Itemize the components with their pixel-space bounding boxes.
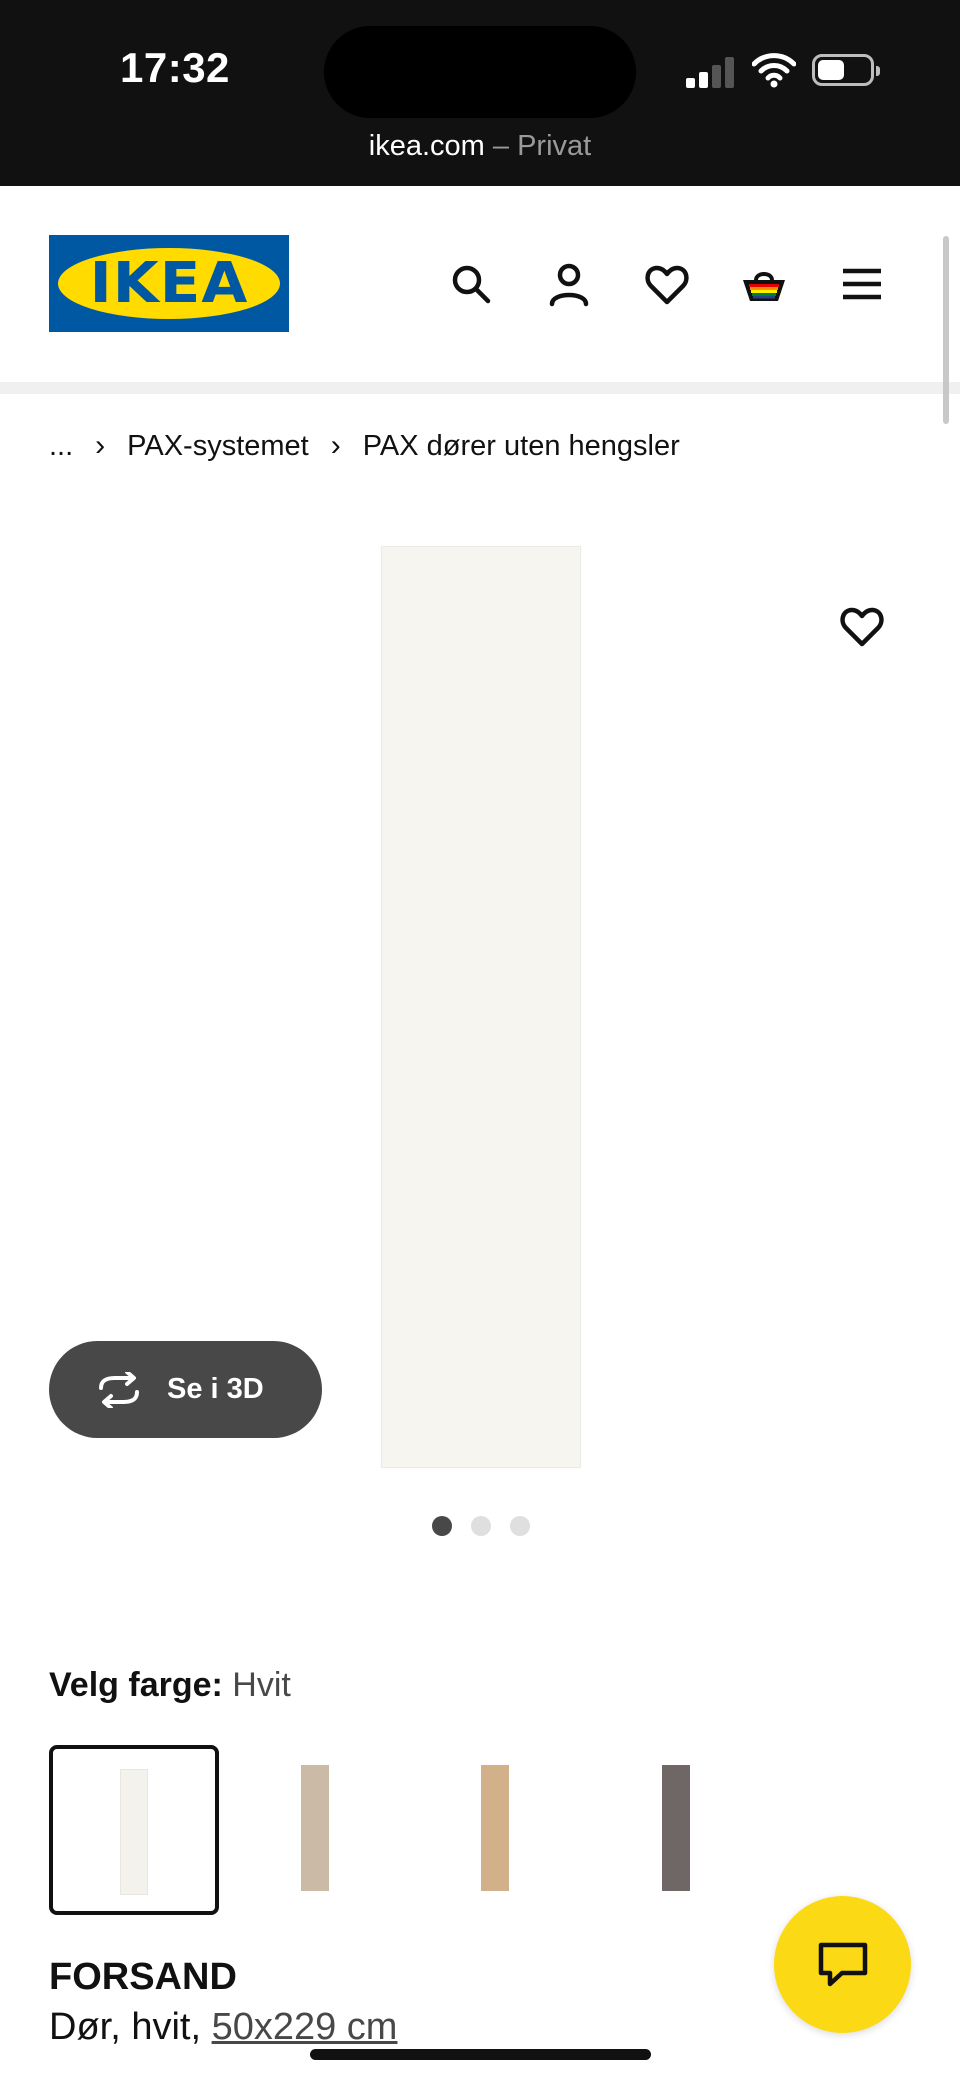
scrollbar[interactable]: [943, 236, 949, 424]
selected-color-value: Hvit: [232, 1666, 291, 1704]
private-mode-label: – Privat: [484, 130, 592, 162]
product-type: Dør, hvit,: [49, 2006, 212, 2048]
account-icon[interactable]: [539, 254, 599, 314]
color-swatch-white[interactable]: [49, 1745, 219, 1915]
breadcrumb-ellipsis[interactable]: ...: [49, 430, 73, 463]
url-domain: ikea.com: [368, 130, 485, 162]
gallery-dot-1[interactable]: [432, 1516, 452, 1536]
chat-icon: [818, 1942, 867, 1986]
menu-icon[interactable]: [832, 254, 892, 314]
site-header: IKEA: [0, 186, 960, 382]
favourites-icon[interactable]: [637, 254, 697, 314]
product-size-link[interactable]: 50x229 cm: [212, 2006, 398, 2048]
url-bar[interactable]: ikea.com – Privat: [0, 130, 960, 163]
color-swatch-grey[interactable]: [591, 1745, 761, 1915]
chat-button[interactable]: [774, 1896, 911, 2033]
cellular-signal-icon: [686, 56, 738, 88]
save-to-favourites-icon[interactable]: [832, 596, 892, 656]
chevron-right-icon: ›: [95, 429, 106, 462]
status-bar: 17:32 ikea.com – Privat: [0, 0, 960, 186]
wifi-icon: [751, 52, 797, 88]
dynamic-island: [324, 26, 636, 118]
status-time: 17:32: [120, 44, 230, 91]
rotate-3d-icon: [99, 1371, 139, 1408]
breadcrumb-item-pax-doors[interactable]: PAX dører uten hengsler: [363, 430, 680, 463]
breadcrumb: ... › PAX-systemet › PAX dører uten heng…: [49, 424, 680, 468]
color-chooser-label: Velg farge: Hvit: [49, 1666, 291, 1705]
color-swatch-beige[interactable]: [230, 1745, 400, 1915]
product-image[interactable]: [381, 546, 581, 1468]
header-divider: [0, 382, 960, 394]
search-icon[interactable]: [441, 254, 501, 314]
home-indicator[interactable]: [310, 2049, 651, 2060]
product-name: FORSAND: [49, 1956, 237, 1998]
view-in-3d-label: Se i 3D: [167, 1373, 264, 1405]
gallery-pagination: [432, 1516, 530, 1536]
gallery-dot-3[interactable]: [510, 1516, 530, 1536]
product-description: Dør, hvit, 50x229 cm: [49, 2006, 397, 2049]
logo-text: IKEA: [89, 251, 249, 316]
chevron-right-icon: ›: [330, 429, 341, 462]
view-in-3d-button[interactable]: Se i 3D: [49, 1341, 322, 1438]
ikea-logo[interactable]: IKEA: [49, 235, 289, 332]
color-label-prefix: Velg farge:: [49, 1666, 223, 1704]
breadcrumb-item-pax-systemet[interactable]: PAX-systemet: [127, 430, 309, 463]
cart-icon[interactable]: [734, 254, 794, 314]
battery-icon: [812, 54, 880, 86]
color-swatch-oak[interactable]: [410, 1745, 580, 1915]
gallery-dot-2[interactable]: [471, 1516, 491, 1536]
